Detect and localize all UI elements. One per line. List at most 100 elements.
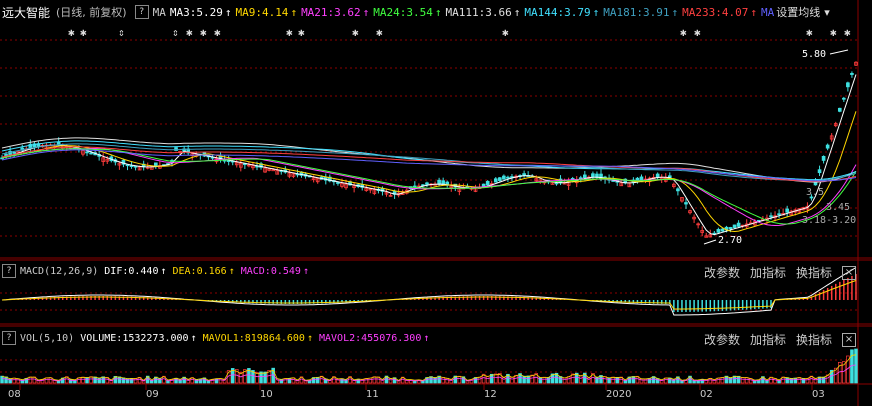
volume-bar bbox=[315, 376, 320, 384]
price-high-label: 5.80 bbox=[802, 49, 827, 60]
dropdown-icon[interactable]: ▾ bbox=[824, 6, 830, 19]
event-marker-icon[interactable]: ✱ bbox=[694, 26, 701, 39]
price-low-label: 2.70 bbox=[718, 235, 743, 246]
arrow-up-icon: ↑ bbox=[160, 265, 167, 277]
vol-add-indicator-button[interactable]: 加指标 bbox=[750, 331, 786, 348]
vol-help-button[interactable]: ? bbox=[2, 331, 16, 345]
event-marker-icon[interactable]: ✱ bbox=[214, 26, 221, 39]
vol-mavol2: MAVOL2:455076.300 bbox=[318, 332, 422, 344]
volume-bar bbox=[595, 376, 599, 384]
volume-bar bbox=[736, 375, 741, 384]
volume-bar bbox=[433, 377, 437, 384]
volume-bar bbox=[785, 377, 789, 384]
macd-close-icon[interactable]: × bbox=[842, 265, 856, 280]
macd-dea-line bbox=[1, 280, 857, 310]
vol-name[interactable]: VOL(5,10) bbox=[20, 333, 74, 344]
candle bbox=[89, 152, 93, 155]
volume-bar bbox=[0, 375, 4, 384]
volume-bar bbox=[129, 378, 134, 384]
ma-legend-items: MA3:5.29 ↑ MA9:4.14 ↑ MA21:3.62 ↑ MA24:3.54 ↑ MA… bbox=[170, 6, 776, 19]
event-marker-icon[interactable]: ⇕ bbox=[118, 26, 125, 39]
volume-bar bbox=[214, 378, 219, 384]
volume-bar bbox=[526, 375, 530, 384]
candle bbox=[85, 151, 89, 154]
event-marker-icon[interactable]: ✱ bbox=[806, 26, 813, 39]
volume-bar bbox=[789, 378, 793, 384]
event-marker-icon[interactable]: ✱ bbox=[352, 26, 359, 39]
volume-bar bbox=[546, 377, 551, 384]
vol-switch-indicator-button[interactable]: 换指标 bbox=[796, 331, 832, 348]
candle bbox=[578, 177, 583, 180]
volume-bar bbox=[117, 376, 122, 384]
candle bbox=[554, 182, 559, 185]
ma-legend-item: MA21:3.62 bbox=[301, 5, 361, 19]
volume-bar bbox=[287, 378, 292, 384]
volume-bar bbox=[720, 377, 725, 384]
set-ma-button[interactable]: 设置均线 bbox=[776, 4, 820, 20]
event-marker-icon[interactable]: ✱ bbox=[680, 26, 687, 39]
volume-bar bbox=[542, 376, 547, 384]
event-marker-icon[interactable]: ✱ bbox=[844, 26, 851, 39]
vol-change-params-button[interactable]: 改参数 bbox=[704, 331, 740, 348]
ma-legend-item: MA3:5.29 bbox=[169, 5, 223, 19]
vol-close-icon[interactable]: × bbox=[842, 332, 856, 347]
event-marker-icon[interactable]: ✱ bbox=[376, 26, 383, 39]
period-label[interactable]: (日线, 前复权) bbox=[56, 4, 127, 20]
volume-bar bbox=[728, 377, 733, 384]
event-marker-icon[interactable]: ✱ bbox=[200, 26, 207, 39]
macd-dea: DEA:0.166 bbox=[172, 265, 227, 277]
x-axis-label: 11 bbox=[366, 389, 379, 400]
candle bbox=[728, 227, 733, 230]
macd-add-indicator-button[interactable]: 加指标 bbox=[750, 264, 786, 281]
x-axis-label: 10 bbox=[260, 389, 273, 400]
macd-switch-indicator-button[interactable]: 换指标 bbox=[796, 264, 832, 281]
candle bbox=[785, 208, 789, 213]
event-marker-icon[interactable]: ⇕ bbox=[172, 26, 179, 39]
candle bbox=[817, 169, 822, 174]
volume-bar bbox=[429, 376, 433, 384]
candle bbox=[425, 182, 429, 185]
volume-bar bbox=[85, 377, 89, 384]
volume-bar bbox=[12, 377, 16, 384]
arrow-up-icon: ↑ bbox=[302, 265, 309, 277]
volume-bar bbox=[615, 376, 619, 384]
vol-panel-tools: 改参数 加指标 换指标 × bbox=[704, 331, 856, 348]
volume-bar bbox=[441, 377, 445, 384]
event-marker-icon[interactable]: ✱ bbox=[80, 26, 87, 39]
arrow-up-icon: ↑ bbox=[423, 332, 430, 344]
volume-bar bbox=[611, 376, 615, 384]
event-marker-icon[interactable]: ✱ bbox=[286, 26, 293, 39]
candle bbox=[769, 215, 773, 218]
ma-legend-item: MA bbox=[760, 5, 775, 19]
macd-help-button[interactable]: ? bbox=[2, 264, 16, 278]
moving-average-line bbox=[1, 74, 857, 236]
event-marker-icon[interactable]: ✱ bbox=[830, 26, 837, 39]
volume-bar bbox=[485, 375, 490, 384]
arrow-up-icon: ↑ bbox=[750, 5, 757, 19]
volume-bar bbox=[445, 377, 449, 384]
event-marker-icon[interactable]: ✱ bbox=[68, 26, 75, 39]
volume-bar bbox=[579, 375, 583, 384]
macd-name[interactable]: MACD(12,26,9) bbox=[20, 266, 98, 277]
price-mid2-label: 3.45 bbox=[826, 202, 851, 213]
candle bbox=[825, 144, 830, 149]
help-button[interactable]: ? bbox=[134, 5, 149, 19]
volume-bar bbox=[340, 378, 344, 384]
candle bbox=[591, 173, 595, 178]
volume-bar bbox=[81, 376, 85, 384]
arrow-up-icon: ↑ bbox=[190, 332, 197, 344]
candle bbox=[485, 181, 490, 186]
candle bbox=[684, 202, 688, 205]
event-marker-icon[interactable]: ✱ bbox=[298, 26, 305, 39]
event-marker-icon[interactable]: ✱ bbox=[186, 26, 193, 39]
macd-panel-tools: 改参数 加指标 换指标 × bbox=[704, 264, 856, 281]
macd-change-params-button[interactable]: 改参数 bbox=[704, 264, 740, 281]
volume-bar bbox=[101, 376, 105, 384]
vol-mavol1: MAVOL1:819864.600 bbox=[202, 332, 305, 344]
candle bbox=[336, 182, 340, 184]
candle bbox=[736, 222, 741, 227]
candle bbox=[582, 174, 587, 178]
macd-panel-header: ? MACD(12,26,9) DIF:0.440 ↑ DEA:0.166 ↑ … bbox=[2, 264, 315, 278]
event-marker-icon[interactable]: ✱ bbox=[502, 26, 509, 39]
volume-bar bbox=[93, 376, 97, 384]
